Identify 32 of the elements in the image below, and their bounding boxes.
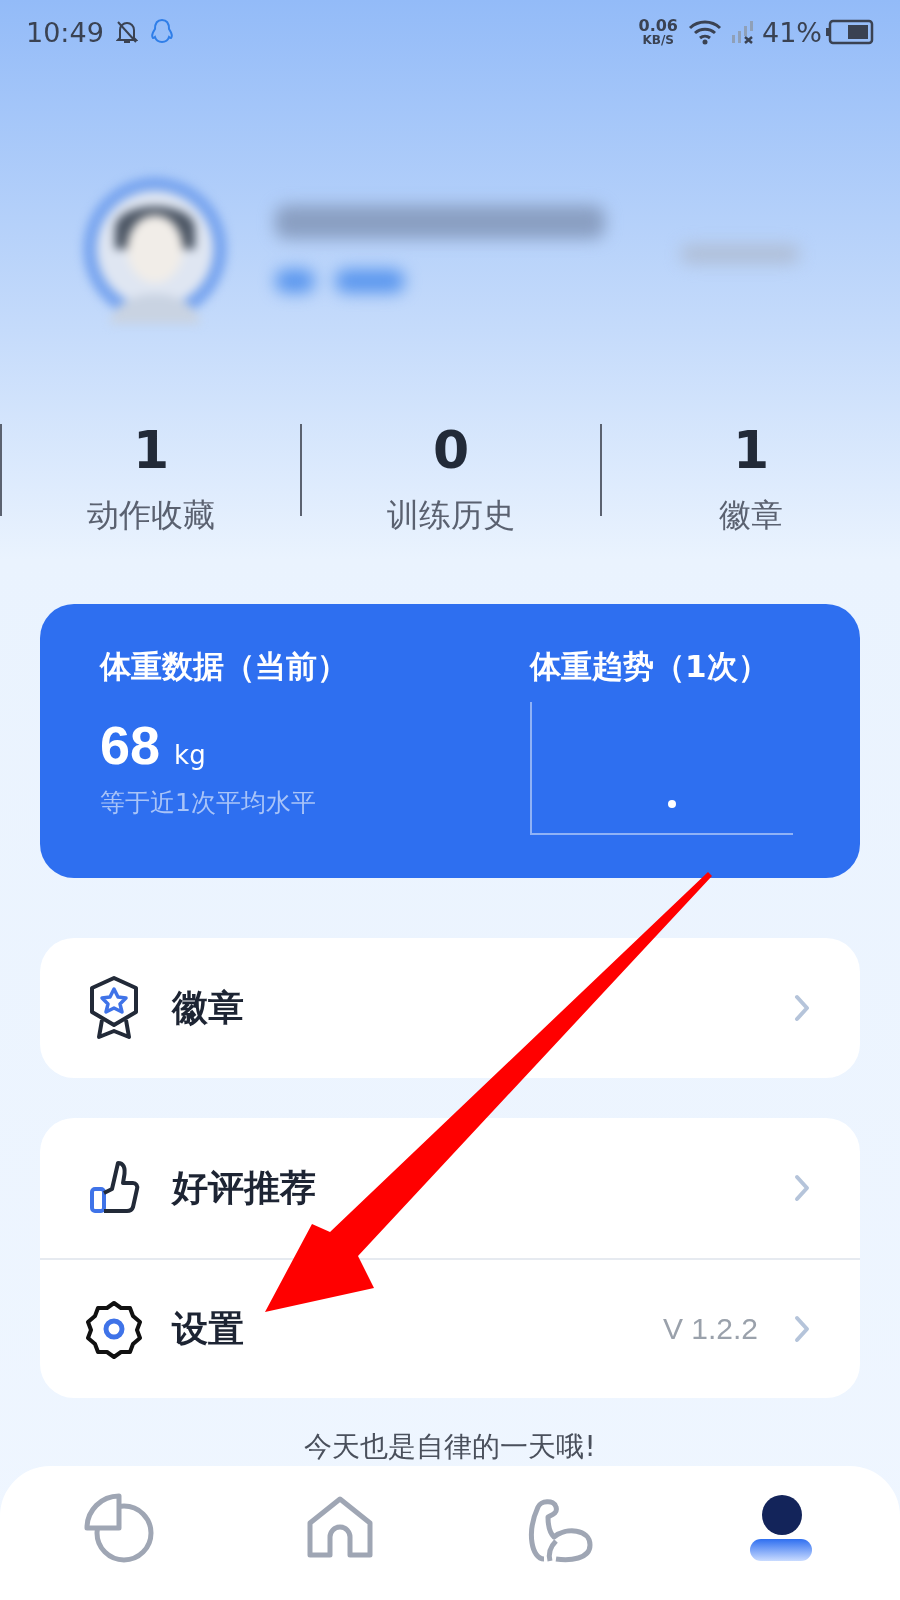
chevron-icon: [794, 1315, 810, 1343]
stat-value: 1: [732, 424, 770, 476]
bell-off-icon: [115, 19, 138, 45]
stat-label: 徽章: [719, 495, 783, 536]
thumbs-up-icon: [88, 1161, 140, 1215]
menu-label: 设置: [172, 1306, 245, 1351]
settings-icon: [84, 1299, 144, 1359]
chevron-icon: [794, 994, 810, 1022]
battery-percent: 41%: [762, 16, 822, 48]
speed-unit: KB/S: [642, 34, 674, 46]
menu-item[interactable]: 好评推荐: [40, 1118, 860, 1258]
penguin-icon: [149, 18, 174, 46]
menu-item[interactable]: 徽章: [40, 938, 860, 1078]
trend-title: 体重趋势（1次）: [530, 647, 770, 686]
menu-label: 好评推荐: [172, 1165, 317, 1210]
clock: 10:49: [26, 16, 104, 48]
weight-unit: kg: [174, 740, 206, 770]
stat-label: 动作收藏: [87, 495, 215, 536]
chevron-icon: [794, 1174, 810, 1202]
motto-text: 今天也是自律的一天哦!: [304, 1429, 596, 1465]
weight-value: 68: [100, 714, 161, 776]
weight-note: 等于近1次平均水平: [100, 787, 317, 819]
stat-label: 训练历史: [387, 495, 515, 536]
network-speed: 0.06: [638, 18, 678, 34]
pie-chart-icon: [84, 1493, 156, 1565]
version-text: V 1.2.2: [662, 1312, 758, 1346]
weight-title: 体重数据（当前）: [100, 647, 349, 686]
stat-value: 1: [132, 424, 170, 476]
stat-value: 0: [432, 424, 470, 476]
menu-label: 徽章: [172, 985, 245, 1030]
wifi-icon: [688, 19, 722, 45]
battery-icon: [826, 19, 874, 45]
